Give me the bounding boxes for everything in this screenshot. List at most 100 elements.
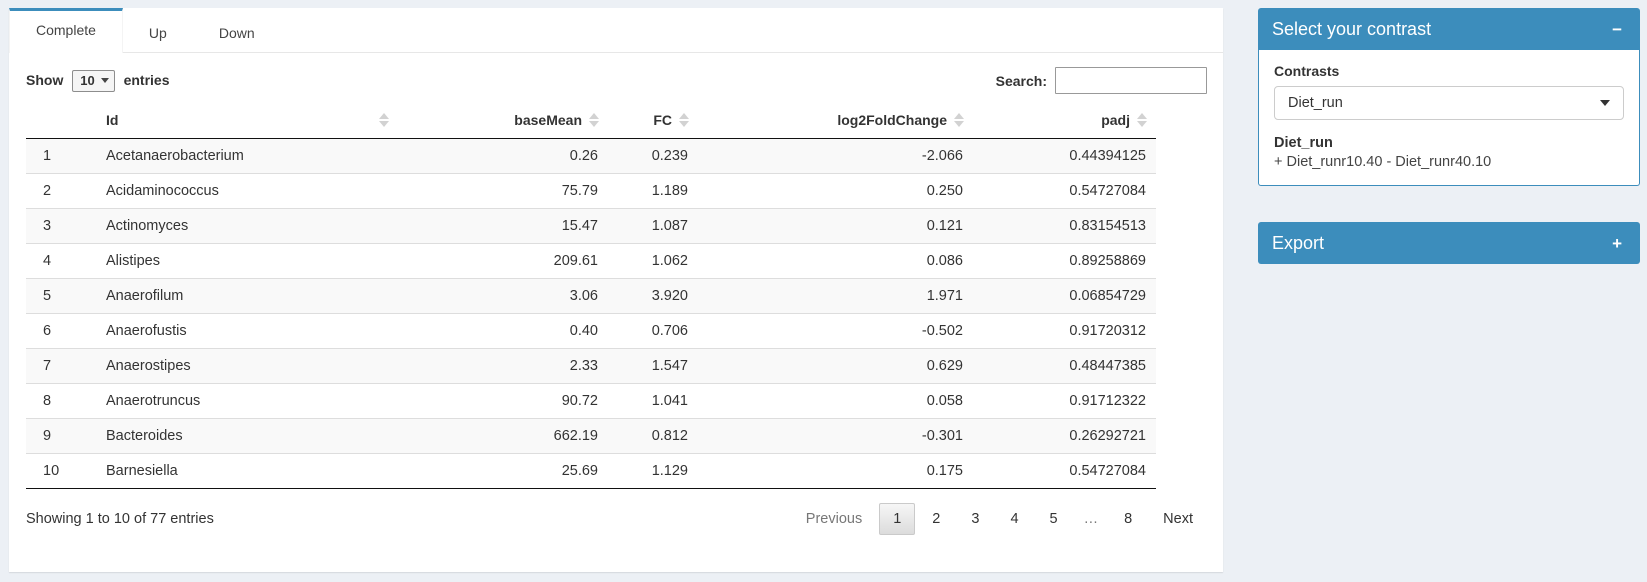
table-cell: 15.47 <box>398 209 608 244</box>
table-cell: 209.61 <box>398 244 608 279</box>
table-cell: 1 <box>26 139 96 174</box>
collapse-minus-icon[interactable]: − <box>1608 19 1626 40</box>
table-cell: 0.54727084 <box>973 174 1156 209</box>
export-panel: Export + <box>1258 222 1640 264</box>
contrast-panel: Select your contrast − Contrasts Diet_ru… <box>1258 8 1640 186</box>
sort-both-icon <box>679 112 689 128</box>
column-header-id[interactable]: Id <box>96 102 398 139</box>
table-cell: 8 <box>26 384 96 419</box>
contrast-panel-title: Select your contrast <box>1272 19 1431 40</box>
table-cell: 0.48447385 <box>973 349 1156 384</box>
expand-plus-icon[interactable]: + <box>1608 233 1626 254</box>
sort-both-icon <box>589 112 599 128</box>
table-cell: 0.26 <box>398 139 608 174</box>
results-panel: Complete Up Down Show 10 entries Search: <box>9 8 1223 572</box>
column-header-label: FC <box>653 112 672 128</box>
table-cell: -0.502 <box>698 314 973 349</box>
table-cell: 0.06854729 <box>973 279 1156 314</box>
pagination-page-5[interactable]: 5 <box>1036 503 1072 535</box>
table-cell: Acetanaerobacterium <box>96 139 398 174</box>
tab-up[interactable]: Up <box>123 8 193 52</box>
page-length-select[interactable]: 10 <box>72 70 114 92</box>
table-cell: Bacteroides <box>96 419 398 454</box>
table-cell: 75.79 <box>398 174 608 209</box>
column-header-log2foldchange[interactable]: log2FoldChange <box>698 102 973 139</box>
table-cell: 3.920 <box>608 279 698 314</box>
table-cell: Anaerofilum <box>96 279 398 314</box>
column-header-basemean[interactable]: baseMean <box>398 102 608 139</box>
contrast-detail-title: Diet_run <box>1274 135 1624 151</box>
table-cell: 2.33 <box>398 349 608 384</box>
table-cell: 0.89258869 <box>973 244 1156 279</box>
pagination-page-1[interactable]: 1 <box>879 503 915 535</box>
table-cell: 0.058 <box>698 384 973 419</box>
table-cell: 0.629 <box>698 349 973 384</box>
table-cell: 0.239 <box>608 139 698 174</box>
pagination-previous[interactable]: Previous <box>792 503 876 535</box>
table-cell: 5 <box>26 279 96 314</box>
table-row: 5Anaerofilum3.063.9201.9710.06854729 <box>26 279 1156 314</box>
tab-complete[interactable]: Complete <box>9 8 123 53</box>
table-info: Showing 1 to 10 of 77 entries <box>26 511 214 527</box>
table-row: 1Acetanaerobacterium0.260.239-2.0660.443… <box>26 139 1156 174</box>
table-cell: 9 <box>26 419 96 454</box>
pagination-page-3[interactable]: 3 <box>957 503 993 535</box>
table-cell: 6 <box>26 314 96 349</box>
table-cell: 0.175 <box>698 454 973 489</box>
tab-down[interactable]: Down <box>193 8 281 52</box>
column-header-label: baseMean <box>514 112 582 128</box>
table-row: 2Acidaminococcus75.791.1890.2500.5472708… <box>26 174 1156 209</box>
pagination-ellipsis: … <box>1075 503 1108 535</box>
table-header-row: Id baseMean FC log2FoldChange padj <box>26 102 1156 139</box>
pagination-page-4[interactable]: 4 <box>996 503 1032 535</box>
table-cell: 90.72 <box>398 384 608 419</box>
page-length-value: 10 <box>80 73 94 88</box>
table-cell: -0.301 <box>698 419 973 454</box>
table-cell: 1.062 <box>608 244 698 279</box>
column-header-fc[interactable]: FC <box>608 102 698 139</box>
page-length-control: Show 10 entries <box>26 70 170 92</box>
table-cell: -2.066 <box>698 139 973 174</box>
table-row: 8Anaerotruncus90.721.0410.0580.91712322 <box>26 384 1156 419</box>
table-cell: 0.250 <box>698 174 973 209</box>
show-label: Show <box>26 72 63 88</box>
contrasts-label: Contrasts <box>1274 63 1624 79</box>
contrast-panel-header: Select your contrast − <box>1258 8 1640 50</box>
table-cell: 0.44394125 <box>973 139 1156 174</box>
contrast-select[interactable]: Diet_run <box>1274 86 1624 120</box>
column-header-label: log2FoldChange <box>837 112 947 128</box>
pagination-next[interactable]: Next <box>1149 503 1207 535</box>
column-header-padj[interactable]: padj <box>973 102 1156 139</box>
caret-down-icon <box>101 78 109 83</box>
contrast-detail-formula: + Diet_runr10.40 - Diet_runr40.10 <box>1274 154 1624 170</box>
search-input[interactable] <box>1055 67 1207 94</box>
table-cell: 10 <box>26 454 96 489</box>
export-panel-header[interactable]: Export + <box>1258 222 1640 264</box>
column-header-label: padj <box>1101 112 1130 128</box>
table-row: 3Actinomyces15.471.0870.1210.83154513 <box>26 209 1156 244</box>
table-cell: 0.812 <box>608 419 698 454</box>
table-cell: Anaerotruncus <box>96 384 398 419</box>
pagination: Previous 12345…8 Next <box>789 503 1207 535</box>
table-row: 6Anaerofustis0.400.706-0.5020.91720312 <box>26 314 1156 349</box>
table-row: 10Barnesiella25.691.1290.1750.54727084 <box>26 454 1156 489</box>
table-cell: 2 <box>26 174 96 209</box>
column-header-index[interactable] <box>26 102 96 139</box>
table-body: 1Acetanaerobacterium0.260.239-2.0660.443… <box>26 139 1156 489</box>
table-cell: Alistipes <box>96 244 398 279</box>
pagination-pages: 12345…8 <box>876 503 1146 535</box>
table-cell: 0.83154513 <box>973 209 1156 244</box>
results-table: Id baseMean FC log2FoldChange padj <box>26 102 1156 489</box>
contrast-select-value: Diet_run <box>1288 95 1343 111</box>
sort-both-icon <box>954 112 964 128</box>
table-cell: 1.971 <box>698 279 973 314</box>
table-row: 7Anaerostipes2.331.5470.6290.48447385 <box>26 349 1156 384</box>
table-cell: Acidaminococcus <box>96 174 398 209</box>
pagination-page-2[interactable]: 2 <box>918 503 954 535</box>
table-cell: Actinomyces <box>96 209 398 244</box>
table-cell: 0.706 <box>608 314 698 349</box>
table-cell: Anaerostipes <box>96 349 398 384</box>
table-cell: 1.189 <box>608 174 698 209</box>
pagination-page-8[interactable]: 8 <box>1110 503 1146 535</box>
table-row: 9Bacteroides662.190.812-0.3010.26292721 <box>26 419 1156 454</box>
